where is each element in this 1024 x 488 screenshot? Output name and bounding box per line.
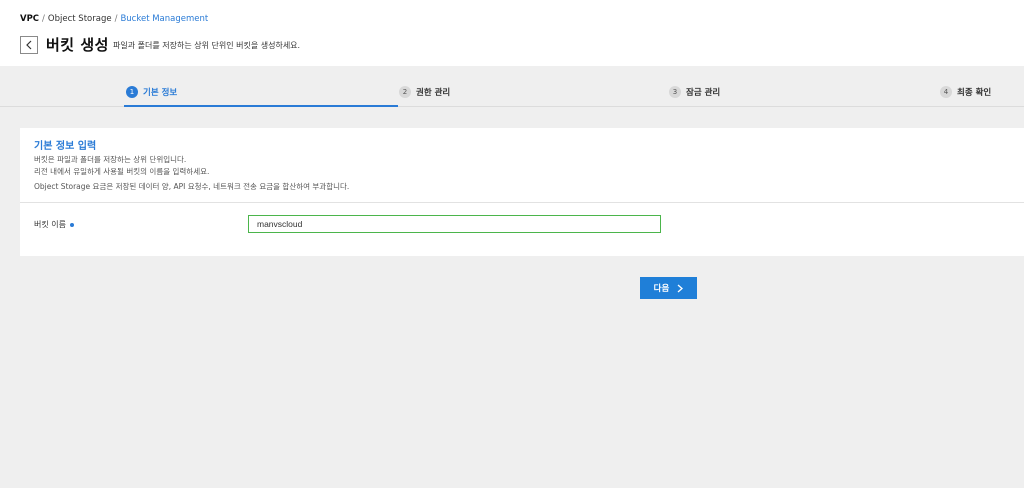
back-button[interactable] bbox=[20, 36, 38, 54]
next-button-label: 다음 bbox=[653, 284, 670, 294]
breadcrumb-item-bucket-management[interactable]: Bucket Management bbox=[120, 14, 208, 24]
section-title: 기본 정보 입력 bbox=[34, 141, 97, 152]
breadcrumb-item-vpc[interactable]: VPC bbox=[20, 14, 39, 24]
chevron-left-icon bbox=[26, 40, 32, 50]
step-label: 권한 관리 bbox=[416, 88, 451, 98]
bucket-name-label-text: 버킷 이름 bbox=[34, 220, 66, 229]
basic-info-card: 기본 정보 입력 버킷은 파일과 폴더를 저장하는 상위 단위입니다. 리전 내… bbox=[20, 128, 1024, 256]
wizard-stepper: 1 기본 정보 2 권한 관리 3 잠금 관리 4 최종 확인 bbox=[0, 80, 1024, 108]
required-indicator bbox=[69, 222, 74, 227]
step-number: 2 bbox=[399, 86, 411, 98]
step-basic-info[interactable]: 1 기본 정보 bbox=[126, 86, 177, 98]
breadcrumb-separator: / bbox=[114, 14, 118, 24]
divider bbox=[20, 202, 1024, 203]
step-label: 최종 확인 bbox=[957, 88, 992, 98]
step-label: 잠금 관리 bbox=[686, 88, 721, 98]
active-step-indicator bbox=[124, 105, 398, 107]
breadcrumb-separator: / bbox=[42, 14, 45, 24]
breadcrumb-item-object-storage[interactable]: Object Storage bbox=[48, 14, 112, 24]
step-permissions[interactable]: 2 권한 관리 bbox=[399, 86, 450, 98]
page-description: 파일과 폴더를 저장하는 상위 단위인 버킷을 생성하세요. bbox=[113, 41, 301, 50]
bucket-name-input[interactable] bbox=[248, 215, 661, 233]
step-number: 4 bbox=[940, 86, 952, 98]
page-title: 버킷 생성 bbox=[46, 36, 109, 54]
step-final-review[interactable]: 4 최종 확인 bbox=[940, 86, 991, 98]
section-description: 리전 내에서 유일하게 사용될 버킷의 이름을 입력하세요. bbox=[34, 167, 210, 176]
next-button[interactable]: 다음 bbox=[640, 277, 697, 299]
step-number: 3 bbox=[669, 86, 681, 98]
pricing-note: Object Storage 요금은 저장된 데이터 양, API 요청수, 네… bbox=[34, 182, 350, 191]
breadcrumb: VPC / Object Storage / Bucket Management bbox=[20, 14, 208, 24]
step-label: 기본 정보 bbox=[143, 88, 178, 98]
section-description: 버킷은 파일과 폴더를 저장하는 상위 단위입니다. bbox=[34, 155, 187, 164]
step-number: 1 bbox=[126, 86, 138, 98]
step-lock-management[interactable]: 3 잠금 관리 bbox=[669, 86, 720, 98]
bucket-name-label: 버킷 이름 bbox=[34, 219, 74, 230]
chevron-right-icon bbox=[677, 284, 684, 292]
page-header: VPC / Object Storage / Bucket Management 버킷 … bbox=[0, 0, 1024, 66]
